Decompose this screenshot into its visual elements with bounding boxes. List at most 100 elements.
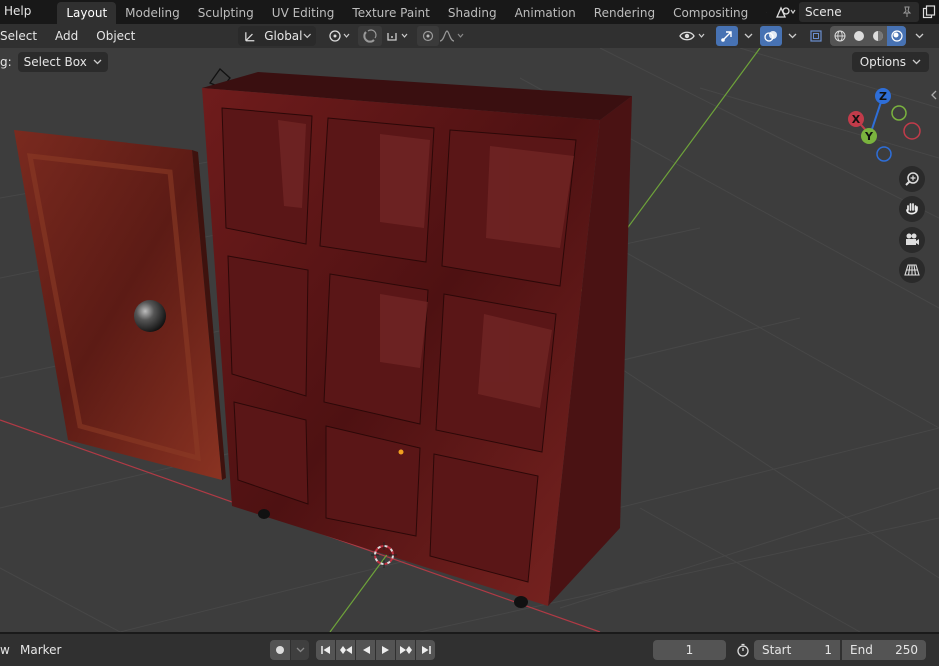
jump-to-keyframe-next-button[interactable]	[396, 640, 415, 660]
top-bar: Help Layout Modeling Sculpting UV Editin…	[0, 0, 939, 24]
options-label: Options	[859, 55, 906, 69]
visibility-button[interactable]	[678, 26, 708, 46]
tool-label: g:	[0, 55, 12, 69]
pan-button[interactable]	[899, 196, 925, 222]
camera-icon	[906, 233, 919, 245]
help-menu[interactable]: Help	[0, 0, 37, 24]
overlay-icon	[764, 31, 777, 42]
jump-end-icon	[421, 646, 431, 654]
chevron-left-icon	[931, 90, 937, 100]
rendered-shading-button[interactable]	[887, 26, 906, 46]
gizmo-toggle[interactable]	[716, 26, 738, 46]
falloff-button[interactable]	[438, 26, 466, 46]
marker-menu[interactable]: Marker	[20, 643, 61, 657]
scene-name: Scene	[805, 5, 842, 19]
grid-icon	[904, 264, 920, 276]
tab-shading[interactable]: Shading	[439, 2, 506, 24]
record-icon	[276, 646, 284, 654]
door-object[interactable]	[14, 130, 226, 480]
end-frame-label: End	[850, 643, 873, 657]
transform-orientation-dropdown[interactable]: Global	[238, 26, 316, 46]
transform-orientation-value: Global	[264, 29, 303, 43]
select-mode-value: Select Box	[23, 55, 87, 69]
select-mode-dropdown[interactable]: Select Box	[17, 52, 108, 72]
copy-icon	[922, 5, 936, 19]
chevron-down-icon	[912, 59, 921, 65]
snap-target-button[interactable]	[384, 26, 412, 46]
tab-texture-paint[interactable]: Texture Paint	[343, 2, 438, 24]
new-scene-button[interactable]	[919, 2, 939, 22]
jump-to-keyframe-prev-button[interactable]	[336, 640, 355, 660]
select-menu[interactable]: Select	[0, 24, 46, 48]
tab-animation[interactable]: Animation	[506, 2, 585, 24]
preview-range-toggle[interactable]	[733, 640, 753, 660]
tab-uv-editing[interactable]: UV Editing	[263, 2, 344, 24]
scene-render: Z X Y	[0, 48, 939, 632]
hand-icon	[906, 203, 918, 215]
view-menu[interactable]: w	[0, 643, 10, 657]
xray-toggle[interactable]	[805, 26, 827, 46]
zoom-button[interactable]	[899, 166, 925, 192]
sidebar-toggle[interactable]	[931, 90, 937, 103]
chevron-down-icon	[744, 33, 752, 39]
gizmo-dropdown[interactable]	[737, 26, 759, 46]
jump-to-start-button[interactable]	[316, 640, 335, 660]
tool-settings-row: g: Select Box	[0, 52, 108, 72]
keying-dropdown[interactable]	[291, 640, 309, 660]
solid-shading-button[interactable]	[849, 26, 868, 46]
auto-keying-toggle[interactable]	[270, 640, 290, 660]
add-menu[interactable]: Add	[46, 24, 87, 48]
play-icon	[381, 646, 389, 654]
play-reverse-button[interactable]	[356, 640, 375, 660]
chevron-down-icon	[296, 647, 304, 653]
chevron-down-icon	[93, 59, 102, 65]
shading-mode-group	[830, 26, 906, 46]
wireframe-icon	[834, 30, 845, 42]
camera-view-button[interactable]	[899, 227, 925, 253]
end-frame-field[interactable]: End 250	[842, 640, 926, 660]
proportional-icon	[422, 30, 434, 42]
tab-modeling[interactable]: Modeling	[116, 2, 189, 24]
scene-icon	[775, 6, 796, 18]
tab-layout[interactable]: Layout	[57, 2, 117, 24]
solid-icon	[853, 31, 864, 41]
object-menu[interactable]: Object	[87, 24, 144, 48]
falloff-curve-icon	[439, 30, 464, 42]
jump-start-icon	[320, 646, 330, 654]
chevron-down-icon	[915, 33, 923, 39]
options-button[interactable]: Options	[851, 52, 929, 72]
scene-type-button[interactable]	[773, 2, 799, 22]
start-frame-field[interactable]: Start 1	[754, 640, 840, 660]
tab-compositing[interactable]: Compositing	[664, 2, 757, 24]
current-frame-value: 1	[685, 643, 694, 657]
door-knob	[134, 300, 166, 332]
overlay-toggle[interactable]	[760, 26, 782, 46]
playback-controls	[316, 640, 435, 660]
proportional-edit-toggle[interactable]	[417, 26, 439, 46]
tab-sculpting[interactable]: Sculpting	[189, 2, 263, 24]
3d-viewport[interactable]: Z X Y g: Select Box Options	[0, 48, 939, 632]
jump-to-end-button[interactable]	[416, 640, 435, 660]
viewport-header: Select Add Object Global	[0, 24, 939, 48]
wireframe-shading-button[interactable]	[830, 26, 849, 46]
shelf-foot	[514, 596, 528, 608]
scene-name-field[interactable]: Scene	[799, 2, 919, 22]
bookshelf-object[interactable]	[202, 72, 632, 608]
tab-rendering[interactable]: Rendering	[585, 2, 664, 24]
eye-icon	[679, 31, 705, 41]
gizmo-y-label: Y	[864, 130, 874, 143]
start-frame-label: Start	[762, 643, 792, 657]
stopwatch-icon	[737, 643, 749, 657]
shading-dropdown[interactable]	[908, 26, 930, 46]
shelf-foot	[258, 509, 270, 519]
play-button[interactable]	[376, 640, 395, 660]
workspace-tabs: Layout Modeling Sculpting UV Editing Tex…	[57, 0, 807, 24]
current-frame-field[interactable]: 1	[653, 640, 726, 660]
timeline-header: w Marker 1 Start 1 End 250	[0, 632, 939, 666]
snap-toggle[interactable]	[358, 26, 382, 46]
material-shading-button[interactable]	[868, 26, 887, 46]
overlay-dropdown[interactable]	[781, 26, 803, 46]
perspective-toggle-button[interactable]	[899, 257, 925, 283]
pin-icon[interactable]	[901, 6, 913, 18]
pivot-point-button[interactable]	[326, 26, 354, 46]
